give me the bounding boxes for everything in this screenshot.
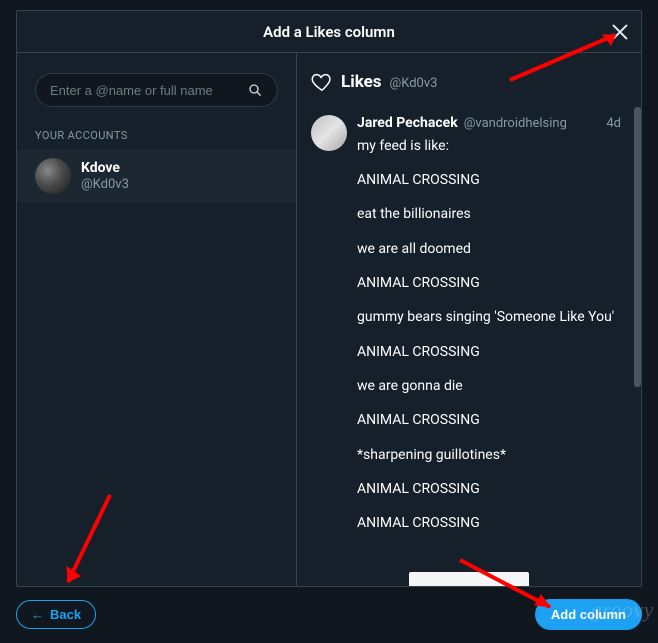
tweet-line: ANIMAL CROSSING bbox=[357, 513, 627, 533]
scrollbar-thumb[interactable] bbox=[634, 107, 641, 387]
modal-header: Add a Likes column bbox=[17, 11, 641, 53]
search-input[interactable] bbox=[50, 83, 247, 98]
arrow-left-icon: ← bbox=[31, 607, 44, 622]
avatar bbox=[311, 115, 347, 151]
search-icon bbox=[247, 82, 263, 98]
footer-bar: ← Back Add column bbox=[16, 593, 642, 635]
search-box[interactable] bbox=[35, 73, 278, 107]
heart-icon bbox=[311, 71, 333, 93]
close-icon[interactable] bbox=[609, 21, 631, 43]
tweet-line: ANIMAL CROSSING bbox=[357, 273, 627, 293]
tweet-line: eat the billionaires bbox=[357, 204, 627, 224]
tweet-line: ANIMAL CROSSING bbox=[357, 410, 627, 430]
scrollbar[interactable] bbox=[634, 107, 641, 586]
tweet-line: we are gonna die bbox=[357, 376, 627, 396]
right-panel: Likes @Kd0v3 Jared Pechacek @vandroidhel… bbox=[297, 53, 641, 586]
back-button-label: Back bbox=[50, 607, 81, 622]
modal-body: YOUR ACCOUNTS Kdove @Kd0v3 Likes @Kd0v3 bbox=[17, 53, 641, 586]
avatar bbox=[35, 158, 71, 194]
tweet-content: Jared Pechacek @vandroidhelsing 4d my fe… bbox=[357, 113, 627, 547]
tweet-time: 4d bbox=[606, 115, 627, 134]
accounts-section-label: YOUR ACCOUNTS bbox=[17, 125, 296, 150]
tweet-line: gummy bears singing 'Someone Like You' bbox=[357, 307, 627, 327]
column-title: Likes bbox=[341, 72, 382, 92]
tweet-item[interactable]: Jared Pechacek @vandroidhelsing 4d my fe… bbox=[297, 107, 641, 559]
tweet-line: ANIMAL CROSSING bbox=[357, 170, 627, 190]
selection-handle bbox=[409, 572, 529, 586]
back-button[interactable]: ← Back bbox=[16, 600, 96, 629]
account-name: Kdove bbox=[81, 160, 129, 177]
tweet-handle: @vandroidhelsing bbox=[464, 115, 567, 134]
column-header: Likes @Kd0v3 bbox=[297, 53, 641, 107]
account-item[interactable]: Kdove @Kd0v3 bbox=[17, 150, 296, 202]
tweet-line: *sharpening guillotines* bbox=[357, 445, 627, 465]
modal-title: Add a Likes column bbox=[263, 23, 395, 41]
column-handle: @Kd0v3 bbox=[390, 74, 438, 91]
account-text: Kdove @Kd0v3 bbox=[81, 160, 129, 192]
add-column-modal: Add a Likes column YOUR ACCOUNTS Kdove @… bbox=[16, 10, 642, 587]
tweet-line: ANIMAL CROSSING bbox=[357, 479, 627, 499]
tweet-author: Jared Pechacek bbox=[357, 113, 458, 133]
tweet-body: my feed is like: ANIMAL CROSSING eat the… bbox=[357, 136, 627, 534]
tweet-header: Jared Pechacek @vandroidhelsing 4d bbox=[357, 113, 627, 134]
tweet-line: ANIMAL CROSSING bbox=[357, 342, 627, 362]
left-panel: YOUR ACCOUNTS Kdove @Kd0v3 bbox=[17, 53, 297, 586]
tweet-line: we are all doomed bbox=[357, 239, 627, 259]
tweet-line: my feed is like: bbox=[357, 136, 627, 156]
account-handle: @Kd0v3 bbox=[81, 177, 129, 193]
tweet-list[interactable]: Jared Pechacek @vandroidhelsing 4d my fe… bbox=[297, 107, 641, 586]
add-column-button[interactable]: Add column bbox=[535, 599, 642, 630]
